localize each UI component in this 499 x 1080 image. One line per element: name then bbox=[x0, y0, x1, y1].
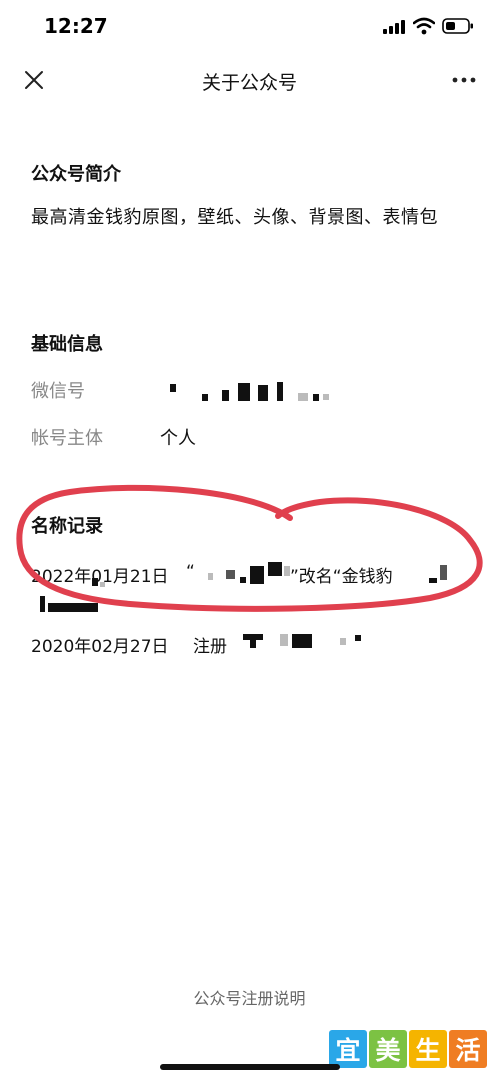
intro-text: 最高清金钱豹原图，壁纸、头像、背景图、表情包 bbox=[31, 207, 438, 228]
status-time: 12:27 bbox=[44, 14, 108, 38]
wifi-icon bbox=[413, 17, 435, 35]
record-1-open-quote: “ bbox=[186, 562, 195, 582]
watermark-logo: 宜 美 生 活 bbox=[329, 1030, 487, 1068]
watermark-char-4: 活 bbox=[449, 1030, 487, 1068]
watermark-char-3: 生 bbox=[409, 1030, 447, 1068]
battery-icon bbox=[442, 18, 473, 34]
page-title: 关于公众号 bbox=[201, 72, 297, 94]
wechat-id-label: 微信号 bbox=[31, 381, 85, 402]
intro-heading: 公众号简介 bbox=[31, 164, 121, 185]
record-2-action: 注册 bbox=[193, 637, 227, 657]
owner-value: 个人 bbox=[160, 428, 196, 449]
record-2-date: 2020年02月27日 bbox=[31, 637, 169, 657]
record-1-rename-text: ”改名“金钱豹 bbox=[290, 567, 393, 587]
signal-icon bbox=[383, 20, 405, 34]
registration-info-link[interactable]: 公众号注册说明 bbox=[0, 985, 499, 1009]
owner-label: 帐号主体 bbox=[31, 428, 103, 449]
annotation-circle bbox=[16, 484, 483, 612]
nav-bar: 关于公众号 bbox=[0, 54, 499, 106]
home-indicator[interactable] bbox=[160, 1064, 340, 1070]
more-dots-icon[interactable] bbox=[451, 68, 477, 92]
watermark-char-1: 宜 bbox=[329, 1030, 367, 1068]
name-history-heading: 名称记录 bbox=[31, 516, 103, 537]
basic-info-heading: 基础信息 bbox=[31, 334, 103, 355]
status-bar: 12:27 bbox=[0, 0, 499, 54]
watermark-char-2: 美 bbox=[369, 1030, 407, 1068]
